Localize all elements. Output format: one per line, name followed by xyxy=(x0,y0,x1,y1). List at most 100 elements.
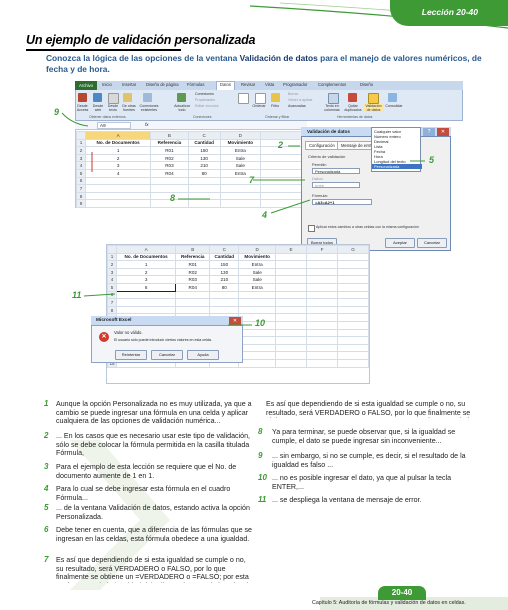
table-cell[interactable]: R03 xyxy=(150,161,189,170)
col-header[interactable]: A xyxy=(84,131,152,140)
cancel-button[interactable]: Cancelar xyxy=(417,238,447,248)
row-header[interactable]: 8 xyxy=(107,305,117,315)
table-cell[interactable]: 1 xyxy=(84,146,152,155)
table-cell[interactable]: R04 xyxy=(150,168,189,178)
col-header[interactable]: F xyxy=(306,245,338,254)
table-cell[interactable]: 2 xyxy=(115,267,177,277)
filtro-button[interactable]: Filtro xyxy=(268,104,282,108)
volver-aplicar-link[interactable]: Volver a aplicar xyxy=(288,98,313,102)
conexiones-link[interactable]: Conexiones xyxy=(195,92,214,96)
row-header[interactable]: 1 xyxy=(76,138,86,148)
table-cell[interactable]: Sale xyxy=(219,161,262,170)
row-header[interactable]: 3 xyxy=(76,153,86,163)
table-cell[interactable]: 4 xyxy=(84,168,152,178)
table-cell[interactable]: 130 xyxy=(187,153,221,163)
table-cell[interactable]: Cantidad xyxy=(187,138,221,148)
table-cell[interactable]: No. de Documentos xyxy=(115,252,177,262)
table-cell[interactable]: 3 xyxy=(115,275,177,284)
col-header[interactable]: D xyxy=(238,245,276,254)
option-item-selected[interactable]: Personalizada xyxy=(372,164,422,169)
table-cell[interactable]: 3 xyxy=(84,161,152,170)
apply-checkbox[interactable] xyxy=(308,225,315,232)
col-header[interactable]: C xyxy=(209,245,240,254)
table-cell[interactable]: Movimiento xyxy=(238,252,276,262)
borrar-link[interactable]: Borrar xyxy=(288,92,298,96)
row-header[interactable]: 3 xyxy=(107,267,117,277)
table-cell[interactable]: Cantidad xyxy=(209,252,240,262)
tab-revisar[interactable]: Revisar xyxy=(241,82,255,87)
row-header[interactable]: 8 xyxy=(76,191,86,201)
ok-button[interactable]: Aceptar xyxy=(385,238,415,248)
col-header[interactable]: B xyxy=(150,131,189,140)
table-cell[interactable]: Entra xyxy=(238,282,276,292)
table-cell[interactable]: 210 xyxy=(187,161,221,170)
actualizar-todo-button[interactable]: Actualizar todo xyxy=(172,104,192,112)
tab-insertar[interactable]: Insertar xyxy=(122,82,136,87)
desde-access-button[interactable]: Desde Access xyxy=(75,104,90,112)
tab-configuracion[interactable]: Configuración xyxy=(305,141,339,150)
row-header[interactable]: 9 xyxy=(76,199,86,208)
fx-icon[interactable]: fx xyxy=(145,122,149,127)
row-header[interactable]: 7 xyxy=(76,184,86,193)
cancel-button[interactable]: Cancelar xyxy=(151,350,183,360)
row-header[interactable]: 4 xyxy=(76,161,86,170)
tab-datos[interactable]: Datos xyxy=(216,81,235,90)
tab-diseno-pagina[interactable]: Diseño de página xyxy=(146,82,179,87)
row-header[interactable]: 5 xyxy=(76,168,86,178)
table-cell[interactable]: 2 xyxy=(84,153,152,163)
conexiones-existentes-button[interactable]: Conexiones existentes xyxy=(138,104,160,112)
tab-inicio[interactable]: Inicio xyxy=(102,82,112,87)
tab-formulas[interactable]: Fórmulas xyxy=(187,82,204,87)
col-header[interactable]: C xyxy=(187,131,221,140)
table-cell[interactable]: Entra xyxy=(219,168,262,178)
table-cell[interactable]: 150 xyxy=(187,146,221,155)
tab-vista[interactable]: Vista xyxy=(265,82,274,87)
table-cell[interactable]: 210 xyxy=(209,275,240,284)
editar-vinculos-link[interactable]: Editar vínculos xyxy=(195,104,219,108)
quitar-duplicados-button[interactable]: Quitar duplicados xyxy=(343,104,363,112)
table-cell[interactable]: Entra xyxy=(219,146,262,155)
table-cell[interactable]: 150 xyxy=(209,260,240,269)
table-cell[interactable]: R01 xyxy=(150,146,189,155)
retry-button[interactable]: Reintentar xyxy=(115,350,147,360)
table-cell[interactable]: Sale xyxy=(219,153,262,163)
tab-diseno[interactable]: Diseño xyxy=(360,82,373,87)
ordenar-button[interactable]: Ordenar xyxy=(250,104,268,108)
consolidar-button[interactable]: Consolidar xyxy=(384,104,404,108)
avanzadas-link[interactable]: Avanzadas xyxy=(288,104,306,108)
table-cell[interactable]: 80 xyxy=(187,168,221,178)
table-cell[interactable]: No. de Documentos xyxy=(84,138,152,148)
texto-columnas-button[interactable]: Texto en columnas xyxy=(321,104,343,112)
validacion-datos-button[interactable]: Validación de datos xyxy=(363,104,384,112)
row-header[interactable]: 6 xyxy=(76,176,86,186)
desde-texto-button[interactable]: Desde texto xyxy=(106,104,120,112)
table-cell[interactable]: R02 xyxy=(150,153,189,163)
formula-input[interactable]: =A3=A2+1 xyxy=(312,199,372,205)
table-cell[interactable]: 80 xyxy=(209,282,240,292)
table-cell[interactable]: 1 xyxy=(115,260,177,269)
otras-fuentes-button[interactable]: De otras fuentes xyxy=(121,104,137,112)
table-cell[interactable]: Referencia xyxy=(150,138,189,148)
row-header[interactable]: 2 xyxy=(76,146,86,155)
data-select[interactable]: entre xyxy=(312,182,360,188)
table-cell[interactable]: Entra xyxy=(238,260,276,269)
tab-archivo[interactable]: Archivo xyxy=(75,81,97,90)
tab-programador[interactable]: Programador xyxy=(283,82,307,87)
table-cell[interactable]: R01 xyxy=(175,260,211,269)
table-cell[interactable]: 130 xyxy=(209,267,240,277)
row-header[interactable]: 4 xyxy=(107,275,117,284)
desde-web-button[interactable]: Desde web xyxy=(91,104,105,112)
table-cell[interactable]: 6 xyxy=(115,282,177,292)
col-header[interactable]: G xyxy=(337,245,369,254)
col-header[interactable]: D xyxy=(219,131,262,140)
table-cell[interactable]: Sale xyxy=(238,275,276,284)
close-icon[interactable]: ✕ xyxy=(229,317,241,325)
allow-select[interactable]: Personalizada xyxy=(312,168,360,174)
col-header[interactable]: B xyxy=(175,245,211,254)
table-cell[interactable]: R04 xyxy=(175,282,211,292)
table-cell[interactable]: R03 xyxy=(175,275,211,284)
close-icon[interactable]: ✕ xyxy=(437,128,449,136)
table-cell[interactable]: R02 xyxy=(175,267,211,277)
table-cell[interactable]: Sale xyxy=(238,267,276,277)
tab-complementos[interactable]: Complementos xyxy=(318,82,346,87)
